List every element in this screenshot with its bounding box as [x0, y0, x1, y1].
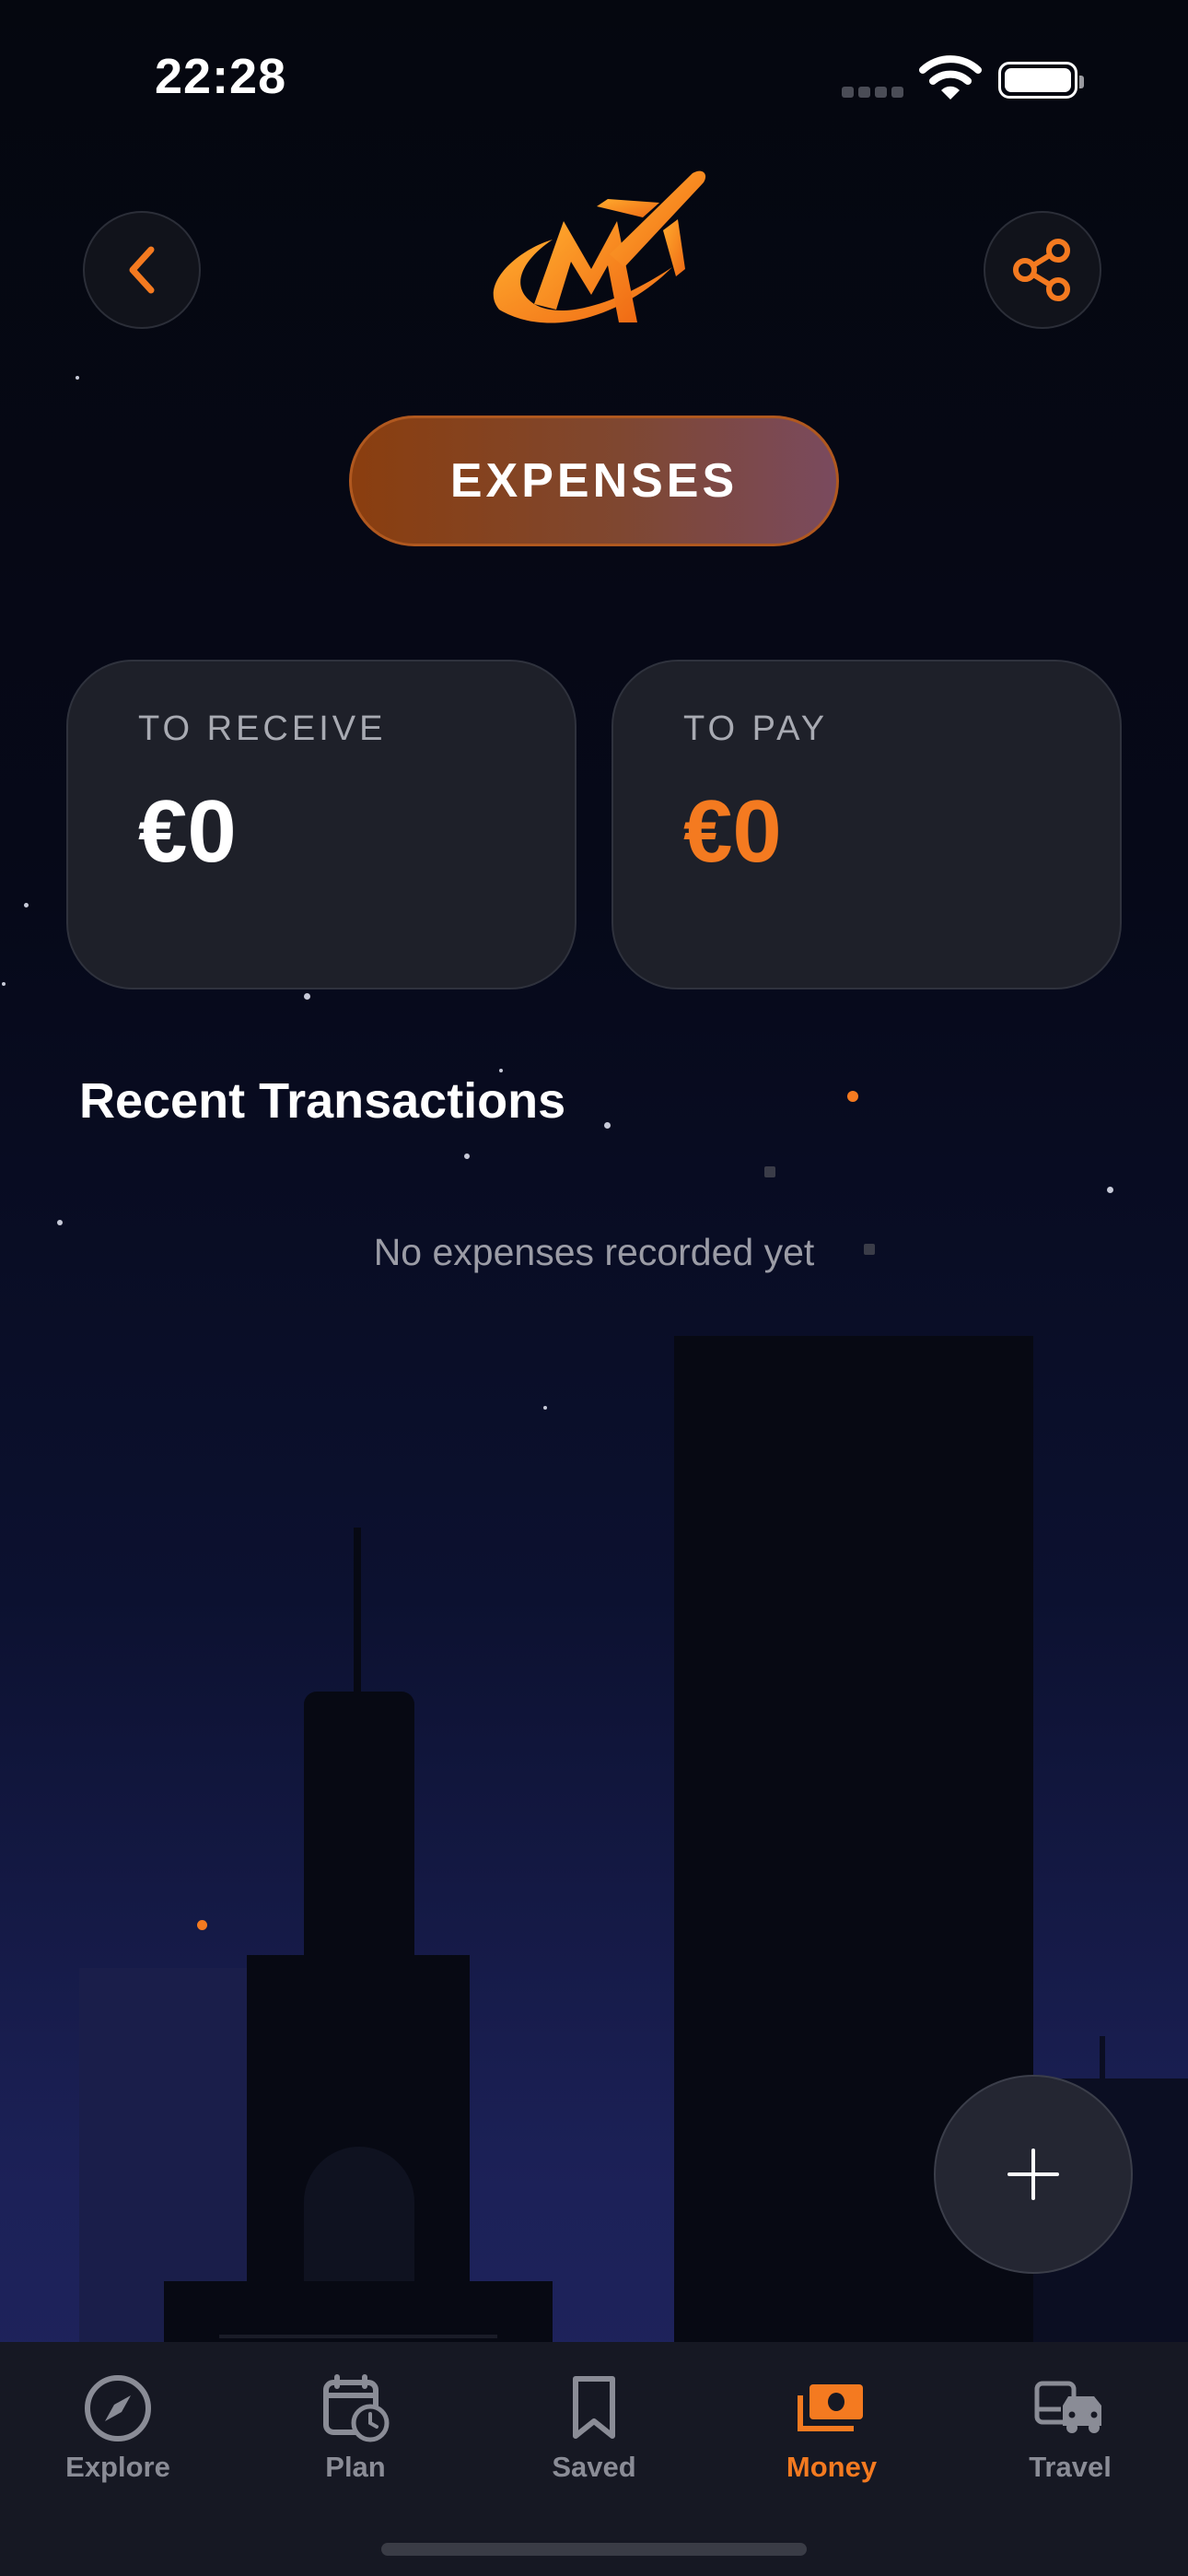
- share-button[interactable]: [984, 211, 1101, 329]
- tab-saved[interactable]: Saved: [502, 2371, 686, 2484]
- recent-transactions-title: Recent Transactions: [79, 1073, 566, 1129]
- tab-travel[interactable]: Travel: [978, 2371, 1162, 2484]
- to-pay-amount: €0: [683, 782, 782, 881]
- share-icon: [1013, 239, 1070, 301]
- to-pay-card[interactable]: TO PAY €0: [611, 660, 1122, 989]
- plus-icon: [1007, 2149, 1059, 2200]
- tab-money[interactable]: Money: [740, 2371, 924, 2484]
- add-expense-button[interactable]: [934, 2075, 1133, 2274]
- expenses-section-pill[interactable]: EXPENSES: [349, 416, 839, 546]
- to-receive-card[interactable]: TO RECEIVE €0: [66, 660, 577, 989]
- wifi-icon: [919, 55, 982, 106]
- back-button[interactable]: [83, 211, 201, 329]
- app-logo: [479, 166, 709, 345]
- tab-explore[interactable]: Explore: [26, 2371, 210, 2484]
- to-pay-label: TO PAY: [683, 709, 829, 748]
- tab-plan-label: Plan: [325, 2451, 386, 2483]
- tab-plan[interactable]: Plan: [263, 2371, 448, 2484]
- status-time: 22:28: [155, 49, 287, 104]
- home-indicator: [381, 2543, 807, 2556]
- chevron-left-icon: [129, 246, 155, 294]
- cellular-signal-icon: [842, 87, 904, 98]
- to-receive-amount: €0: [138, 782, 237, 881]
- tab-money-label: Money: [786, 2451, 878, 2483]
- tab-travel-label: Travel: [1029, 2451, 1112, 2483]
- calendar-clock-icon: [323, 2374, 390, 2442]
- compass-icon: [85, 2375, 151, 2441]
- tab-saved-label: Saved: [552, 2451, 636, 2483]
- empty-transactions-message: No expenses recorded yet: [373, 1231, 815, 1273]
- tab-explore-label: Explore: [65, 2451, 170, 2483]
- money-icon: [798, 2384, 863, 2431]
- battery-icon: [998, 62, 1084, 99]
- to-receive-label: TO RECEIVE: [138, 709, 387, 748]
- bus-car-icon: [1034, 2381, 1101, 2433]
- bookmark-icon: [573, 2376, 615, 2439]
